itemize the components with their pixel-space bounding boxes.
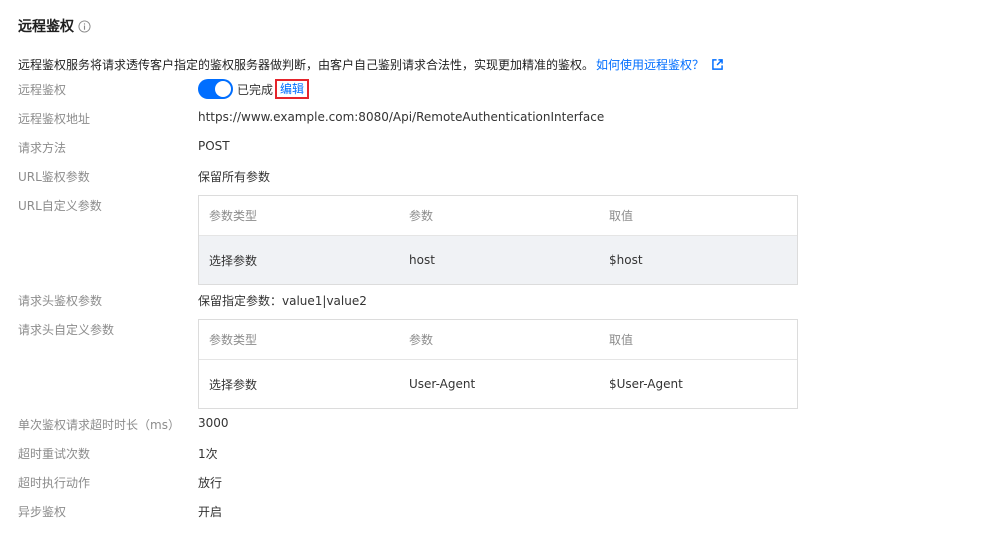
timeout-value: 3000 <box>198 416 229 430</box>
method-label: 请求方法 <box>18 141 67 155</box>
remote-auth-toggle[interactable] <box>198 79 233 99</box>
url-params-row: URL鉴权参数 保留所有参数 <box>18 168 270 185</box>
table-row[interactable]: 选择参数 host $host <box>199 236 797 284</box>
remote-auth-label: 远程鉴权 <box>18 83 67 97</box>
method-row: 请求方法 POST <box>18 139 230 156</box>
remote-auth-status: 已完成 <box>237 82 274 97</box>
timeout-label: 单次鉴权请求超时时长（ms） <box>18 418 180 432</box>
timeout-action-row: 超时执行动作 放行 <box>18 474 222 491</box>
timeout-row: 单次鉴权请求超时时长（ms） 3000 <box>18 416 229 433</box>
header-params-value: 保留指定参数：value1|value2 <box>198 294 367 308</box>
table-row[interactable]: 选择参数 User-Agent $User-Agent <box>199 360 797 408</box>
timeout-action-value: 放行 <box>198 476 223 490</box>
table-cell: 选择参数 <box>209 377 258 392</box>
timeout-action-label: 超时执行动作 <box>18 476 91 490</box>
section-title: 远程鉴权 <box>18 19 74 35</box>
column-header: 参数 <box>409 209 434 223</box>
async-row: 异步鉴权 开启 <box>18 503 222 520</box>
retries-row: 超时重试次数 1次 <box>18 445 218 462</box>
table-header: 参数类型 参数 取值 <box>199 320 797 360</box>
async-value: 开启 <box>198 505 223 519</box>
info-icon[interactable] <box>78 19 91 33</box>
column-header: 参数类型 <box>209 333 258 347</box>
help-link[interactable]: 如何使用远程鉴权？ <box>596 56 704 73</box>
section-description: 远程鉴权服务将请求透传客户指定的鉴权服务器做判断，由客户自己鉴别请求合法性，实现… <box>18 56 723 73</box>
description-text: 远程鉴权服务将请求透传客户指定的鉴权服务器做判断，由客户自己鉴别请求合法性，实现… <box>18 58 595 72</box>
column-header: 参数类型 <box>209 209 258 223</box>
table-cell: User-Agent <box>409 377 476 391</box>
table-header: 参数类型 参数 取值 <box>199 196 797 236</box>
method-value: POST <box>198 139 230 153</box>
external-link-icon[interactable] <box>712 59 723 70</box>
url-custom-table: 参数类型 参数 取值 选择参数 host $host <box>198 195 798 285</box>
header-custom-label: 请求头自定义参数 <box>18 323 115 337</box>
section-header: 远程鉴权 <box>18 16 91 36</box>
header-params-label: 请求头鉴权参数 <box>18 294 103 308</box>
retries-label: 超时重试次数 <box>18 447 91 461</box>
table-cell: host <box>409 253 435 267</box>
header-custom-row: 请求头自定义参数 <box>18 321 198 338</box>
auth-url-value: https://www.example.com:8080/Api/RemoteA… <box>198 110 605 124</box>
header-custom-table: 参数类型 参数 取值 选择参数 User-Agent $User-Agent <box>198 319 798 409</box>
async-label: 异步鉴权 <box>18 505 67 519</box>
header-params-row: 请求头鉴权参数 保留指定参数：value1|value2 <box>18 292 367 309</box>
toggle-knob <box>215 81 231 97</box>
url-params-value: 保留所有参数 <box>198 170 271 184</box>
retries-value: 1次 <box>198 447 218 461</box>
table-cell: $host <box>609 253 643 267</box>
url-custom-label: URL自定义参数 <box>18 199 102 213</box>
column-header: 取值 <box>609 209 634 223</box>
url-params-label: URL鉴权参数 <box>18 170 90 184</box>
table-cell: 选择参数 <box>209 253 258 268</box>
table-cell: $User-Agent <box>609 377 683 391</box>
edit-button[interactable]: 编辑 <box>275 79 310 99</box>
column-header: 取值 <box>609 333 634 347</box>
auth-url-label: 远程鉴权地址 <box>18 112 91 126</box>
remote-auth-row: 远程鉴权 <box>18 81 198 98</box>
remote-auth-control: 已完成 编辑 <box>198 79 310 99</box>
url-custom-row: URL自定义参数 <box>18 197 198 214</box>
column-header: 参数 <box>409 333 434 347</box>
auth-url-row: 远程鉴权地址 https://www.example.com:8080/Api/… <box>18 110 604 127</box>
